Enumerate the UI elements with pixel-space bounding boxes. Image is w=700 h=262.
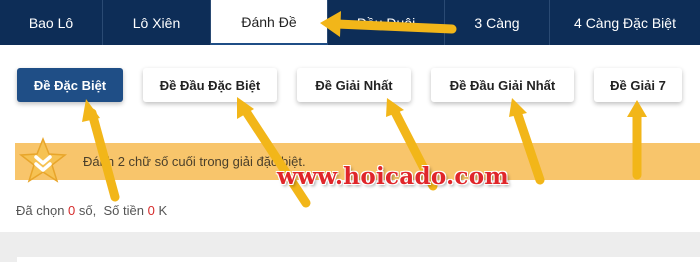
de-dau-dac-biet-button[interactable]: Đề Đầu Đặc Biệt (143, 68, 277, 102)
de-giai-7-button[interactable]: Đề Giải 7 (594, 68, 682, 102)
star-chevron-icon (18, 136, 68, 183)
selection-summary: Đã chọn 0 số, Số tiền 0 K (16, 203, 167, 218)
bet-description-text: Đánh 2 chữ số cuối trong giải đặc biệt. (83, 154, 306, 169)
de-dau-giai-nhat-button[interactable]: Đề Đầu Giải Nhất (431, 68, 574, 102)
de-dac-biet-button[interactable]: Đề Đặc Biệt (17, 68, 123, 102)
amount-value: 0 (147, 203, 155, 218)
arrowhead-de-giai-7 (627, 100, 647, 117)
selected-count: 0 (68, 203, 76, 218)
game-type-tabs: Bao Lô Lô Xiên Đánh Đề Đầu Đuôi 3 Càng 4… (0, 0, 700, 45)
watermark-text: www.hoicado.com (277, 163, 510, 190)
tab-3-cang[interactable]: 3 Càng (445, 0, 550, 45)
tab-lo-xien[interactable]: Lô Xiên (103, 0, 211, 45)
de-giai-nhat-button[interactable]: Đề Giải Nhất (297, 68, 411, 102)
selected-unit: số, (78, 203, 97, 218)
tab-4-cang-dac-biet[interactable]: 4 Càng Đặc Biệt (550, 0, 700, 45)
selected-label: Đã chọn (16, 203, 65, 218)
arrowhead-de-dac-biet (82, 99, 100, 122)
tab-dau-duoi[interactable]: Đầu Đuôi (328, 0, 445, 45)
tab-danh-de[interactable]: Đánh Đề (211, 0, 328, 45)
tab-bao-lo[interactable]: Bao Lô (0, 0, 103, 45)
content-panel-inner (17, 257, 700, 262)
amount-label: Số tiền (103, 203, 144, 218)
amount-unit: K (158, 203, 168, 218)
